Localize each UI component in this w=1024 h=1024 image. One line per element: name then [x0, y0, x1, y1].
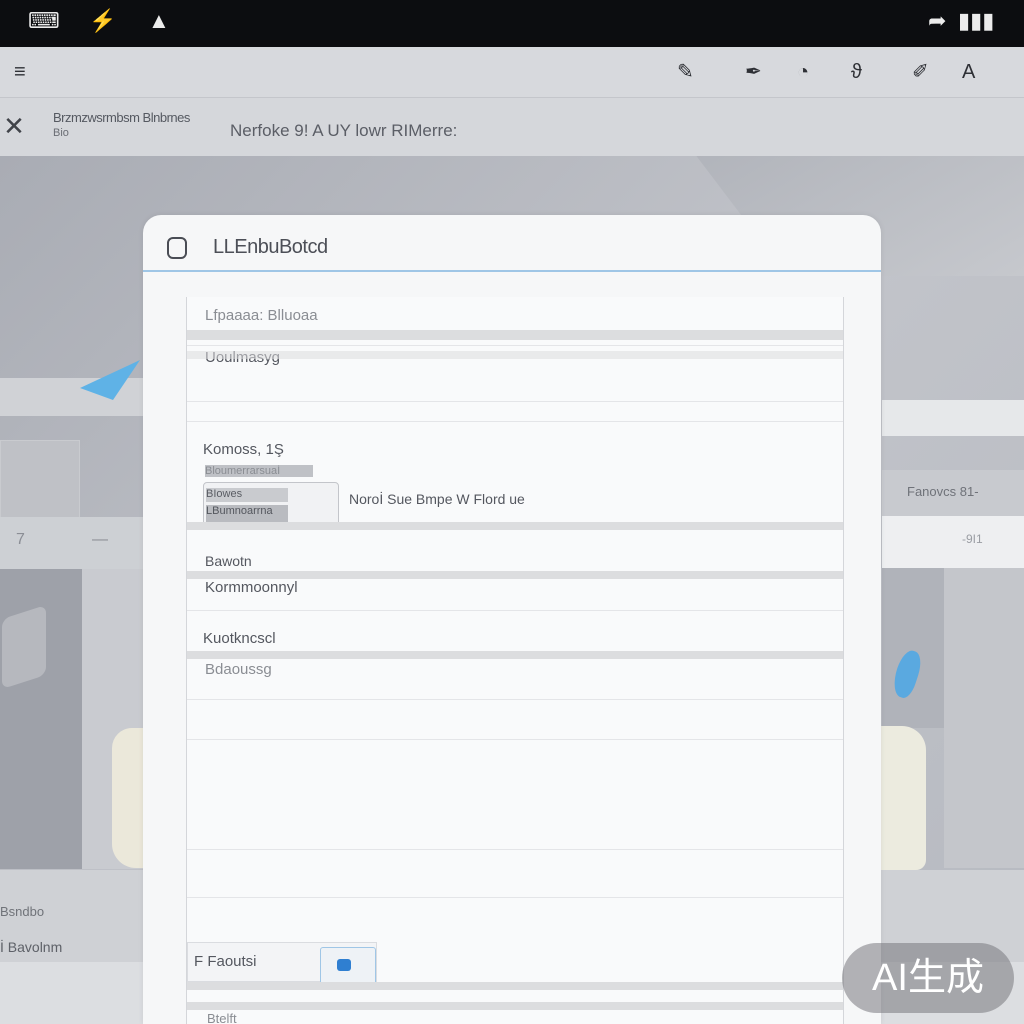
- close-icon[interactable]: ✕: [2, 112, 26, 140]
- field-label: Bawotn: [205, 553, 252, 569]
- field-divider: [187, 351, 843, 359]
- background-glyph: 7: [16, 531, 25, 548]
- field-divider: [187, 345, 843, 346]
- field-divider: [187, 401, 843, 402]
- background-pane: [944, 568, 1024, 868]
- field-divider: [187, 421, 843, 422]
- field-value: Kormmoonnyl: [205, 579, 298, 596]
- dialog-header: LLEnbuBotcd: [143, 215, 881, 272]
- field-hint: Noroİ Sue Bmpe W Flord ue: [349, 491, 525, 507]
- background-glyph: —: [92, 531, 108, 548]
- field-divider: [187, 849, 843, 850]
- footer-text: Btelft: [207, 1011, 237, 1024]
- upload-button[interactable]: [320, 947, 376, 985]
- field-divider: [187, 610, 843, 611]
- highlighter-icon[interactable]: ✐: [912, 59, 929, 85]
- menu-icon[interactable]: ≡: [14, 59, 26, 85]
- field-label: Kuotkncscl: [203, 630, 276, 647]
- background-text: -9I1: [962, 532, 983, 546]
- document-subtitle: Bio: [53, 127, 69, 139]
- text-icon[interactable]: A: [962, 59, 975, 85]
- input-value: Bloumerrarsuaİ: [205, 465, 313, 477]
- document-title: Brzmzwsrmbsm Blnbrnes: [53, 110, 190, 125]
- pencil-icon[interactable]: ✎: [677, 59, 694, 85]
- header-center-text: Nerfoke 9! A UY lowr RIMerre:: [230, 121, 458, 140]
- field-divider: [187, 330, 843, 340]
- dialog-title: LLEnbuBotcd: [213, 236, 328, 258]
- upload-icon: [337, 959, 351, 971]
- background-band: -9I1: [882, 516, 1024, 568]
- field-divider: [187, 897, 843, 898]
- background-strip: [882, 400, 1024, 436]
- document-header: [0, 98, 1024, 156]
- keyboard-icon: ⌨: [28, 8, 60, 33]
- field-divider: [187, 651, 843, 659]
- mountain-icon: ▲: [148, 8, 170, 33]
- dialog: LLEnbuBotcd Lfpaaaa: Blluoaa Uoulmasyg K…: [143, 215, 881, 1024]
- background-shape: [2, 604, 46, 690]
- background-text: Fanovcs 81-: [907, 484, 979, 499]
- background-band: Fanovcs 81-: [882, 470, 1024, 516]
- background-pane: [882, 568, 944, 728]
- field-divider: [187, 571, 843, 579]
- watermark: AI生成: [842, 943, 1014, 1013]
- bottom-text: İ Bavolnm: [0, 939, 63, 955]
- upload-row[interactable]: F Faoutsi: [187, 942, 377, 985]
- field-label: Komoss, 1Ş: [203, 441, 284, 458]
- field-label: Lfpaaaa: Blluoaa: [205, 307, 318, 324]
- dialog-app-icon: [167, 237, 187, 259]
- field-divider: [187, 1002, 843, 1010]
- input-value: LBumnoarrna: [206, 505, 288, 523]
- battery-icon: ▮▮▮: [958, 8, 995, 33]
- background-band: 7 —: [0, 517, 145, 569]
- upload-label: F Faoutsi: [194, 953, 257, 970]
- dialog-form: Lfpaaaa: Blluoaa Uoulmasyg Komoss, 1Ş BI…: [186, 297, 844, 1024]
- status-bar: ⌨ ⚡ ▲ ➦ ▮▮▮: [0, 0, 1024, 47]
- field-divider: [187, 739, 843, 740]
- pen-icon[interactable]: ✒: [745, 59, 762, 85]
- signal-icon: ➦: [928, 8, 947, 33]
- background-card: [0, 440, 80, 518]
- eraser-icon[interactable]: ◔: [797, 59, 809, 85]
- field-value: Bdaoussg: [205, 661, 272, 678]
- toolbar: ≡ ✎ ✒ ◔ ϑ ✐ A: [0, 47, 1024, 98]
- field-divider: [187, 699, 843, 700]
- brush-icon[interactable]: ϑ: [851, 59, 862, 85]
- field-divider: [187, 982, 843, 990]
- chart-icon: ⚡: [89, 8, 117, 33]
- bottom-text: Bsndbo: [0, 904, 45, 919]
- input-value: BIowes: [206, 488, 288, 502]
- field-divider: [187, 522, 843, 530]
